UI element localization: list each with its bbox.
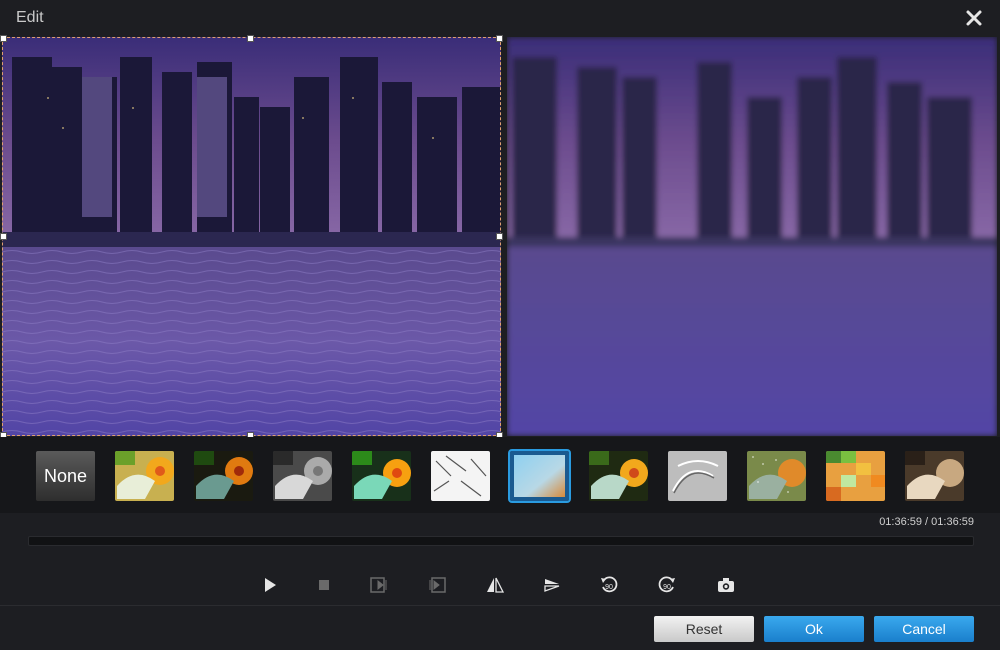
window-title: Edit [16, 9, 44, 26]
crop-handle-top-right[interactable] [496, 35, 503, 42]
result-preview [507, 37, 997, 436]
filter-grayscale[interactable] [273, 451, 332, 501]
next-frame-icon[interactable] [426, 574, 448, 596]
rotate-right-90-icon[interactable]: 90 [656, 574, 678, 596]
original-preview[interactable] [2, 37, 501, 436]
flip-vertical-icon[interactable] [541, 574, 563, 596]
reset-button[interactable]: Reset [654, 616, 754, 642]
filter-strip: None [0, 437, 1000, 513]
title-bar: Edit [0, 0, 1000, 36]
progress-bar[interactable] [28, 536, 974, 546]
crop-handle-top-left[interactable] [0, 35, 7, 42]
filter-emboss[interactable] [668, 451, 727, 501]
time-display: 01:36:59 / 01:36:59 [879, 516, 974, 528]
ok-button[interactable]: Ok [764, 616, 864, 642]
footer-divider [0, 605, 1000, 606]
filter-sketch[interactable] [431, 451, 490, 501]
close-icon[interactable] [965, 9, 983, 27]
rotate-left-label: 90 [605, 584, 613, 591]
crop-handle-left[interactable] [0, 233, 7, 240]
stop-icon[interactable] [313, 574, 335, 596]
previous-frame-icon[interactable] [368, 574, 390, 596]
filter-warm[interactable] [115, 451, 174, 501]
playback-controls: 90 90 [0, 568, 1000, 602]
play-icon[interactable] [259, 574, 281, 596]
rotate-left-90-icon[interactable]: 90 [598, 574, 620, 596]
flip-horizontal-icon[interactable] [484, 574, 506, 596]
snapshot-icon[interactable] [715, 574, 737, 596]
filter-noise[interactable] [747, 451, 806, 501]
filter-gradient-blur[interactable] [508, 449, 571, 503]
filter-normal[interactable] [589, 451, 648, 501]
cancel-button[interactable]: Cancel [874, 616, 974, 642]
filter-vivid[interactable] [352, 451, 411, 501]
filter-mosaic[interactable] [826, 451, 885, 501]
crop-handle-top[interactable] [247, 35, 254, 42]
filter-sepia[interactable] [905, 451, 964, 501]
crop-handle-right[interactable] [496, 233, 503, 240]
filter-none[interactable]: None [36, 451, 95, 501]
filter-dark-contrast[interactable] [194, 451, 253, 501]
rotate-right-label: 90 [663, 584, 671, 591]
